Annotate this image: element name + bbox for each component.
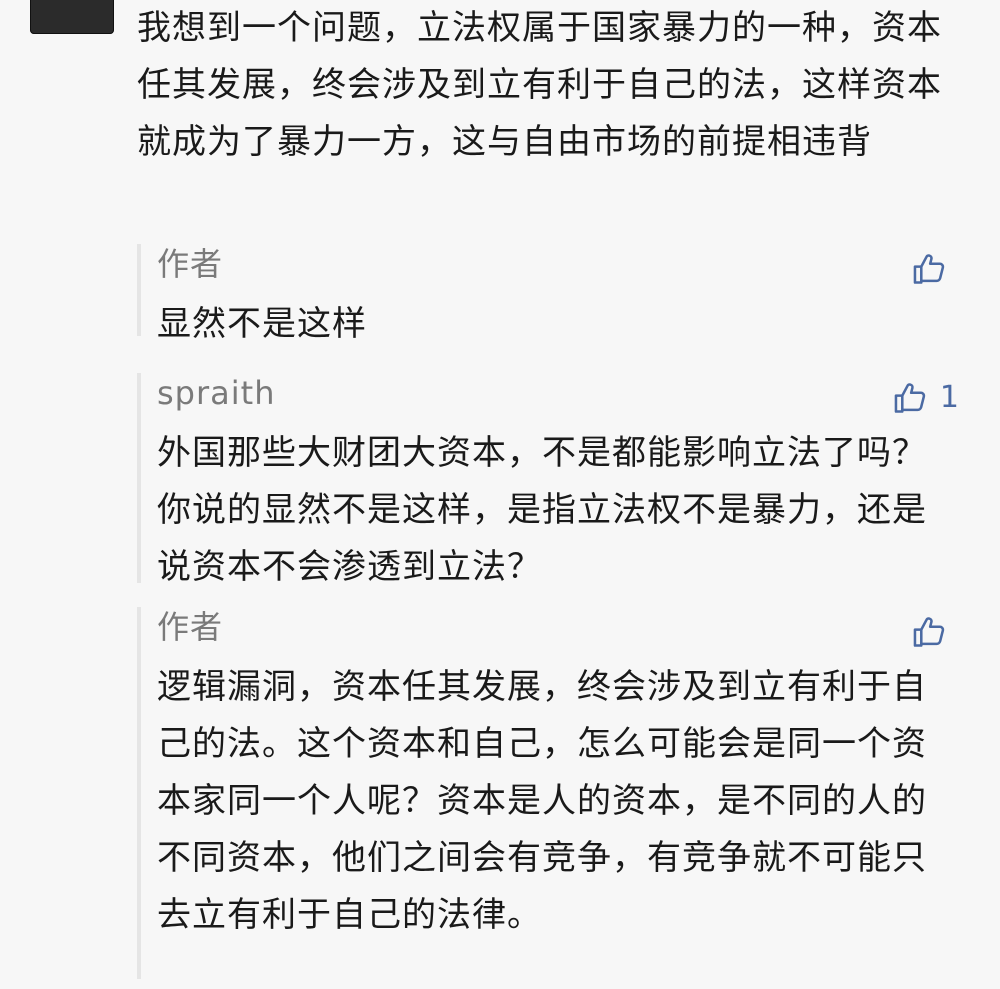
thumbs-up-icon[interactable] xyxy=(911,250,949,288)
reply-author[interactable]: 作者 xyxy=(157,244,977,284)
reply-block: 作者 逻辑漏洞，资本任其发展，终会涉及到立有利于自己的法。这个资本和自己，怎么可… xyxy=(137,607,977,979)
comment-text: 我想到一个问题，立法权属于国家暴力的一种，资本任其发展，终会涉及到立有利于自己的… xyxy=(137,8,942,162)
avatar[interactable] xyxy=(30,0,114,34)
reply-block: 作者 显然不是这样 xyxy=(137,244,977,344)
like-button[interactable]: 1 xyxy=(892,379,959,417)
reply-content: 外国那些大财团大资本，不是都能影响立法了吗？你说的显然不是这样，是指立法权不是暴… xyxy=(157,433,927,587)
like-button[interactable] xyxy=(911,250,959,288)
reply-author[interactable]: spraith xyxy=(157,373,977,413)
like-button[interactable] xyxy=(911,613,959,651)
reply-block: spraith 外国那些大财团大资本，不是都能影响立法了吗？你说的显然不是这样，… xyxy=(137,373,977,587)
reply-content: 显然不是这样 xyxy=(157,304,367,344)
reply-content: 逻辑漏洞，资本任其发展，终会涉及到立有利于自己的法。这个资本和自己，怎么可能会是… xyxy=(157,667,927,935)
reply-author[interactable]: 作者 xyxy=(157,607,977,647)
thumbs-up-icon[interactable] xyxy=(892,379,930,417)
like-count: 1 xyxy=(939,380,959,415)
thumbs-up-icon[interactable] xyxy=(911,613,949,651)
